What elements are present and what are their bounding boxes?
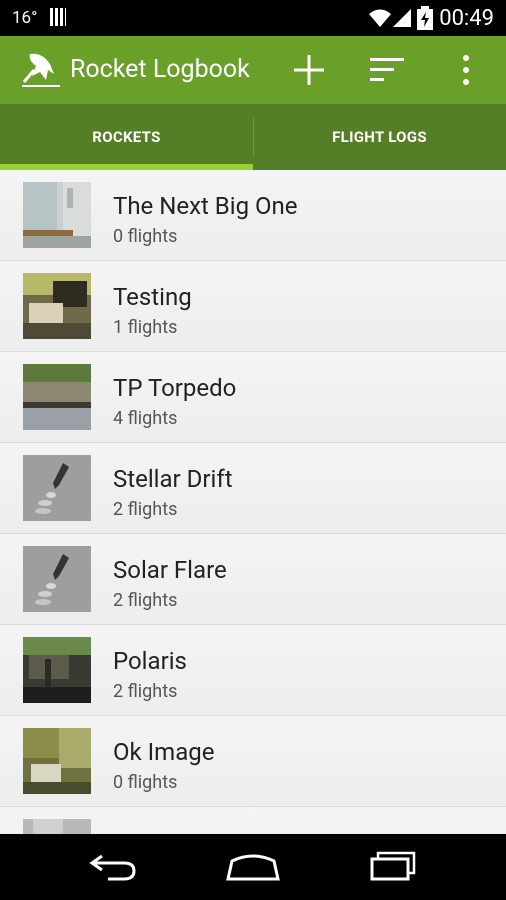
rocket-name: Polaris (113, 647, 187, 675)
battery-charging-icon (417, 6, 433, 30)
flight-count: 2 flights (113, 590, 178, 611)
recents-icon[interactable] (368, 850, 418, 882)
rocket-name: The Next Big One (113, 192, 298, 220)
tab-label: FLIGHT LOGS (332, 128, 427, 146)
navigation-bar (0, 834, 506, 900)
rocket-launch-icon[interactable] (20, 50, 62, 90)
back-icon[interactable] (88, 852, 138, 882)
list-item[interactable]: Polaris 2 flights (0, 625, 506, 716)
rocket-name: Stellar Drift (113, 465, 233, 493)
list-item[interactable]: Solar Flare 2 flights (0, 534, 506, 625)
overflow-menu-button[interactable] (452, 52, 480, 88)
rocket-name: TP Torpedo (113, 374, 237, 402)
temperature: 16° (12, 8, 38, 28)
flight-count: 2 flights (113, 499, 178, 520)
sort-button[interactable] (366, 52, 408, 88)
app-title: Rocket Logbook (70, 55, 250, 84)
rocket-thumbnail (23, 819, 91, 834)
screen: 16° 00:49 Rocket Logbook ROCKETS FLIGHT … (0, 0, 506, 900)
rocket-name: Ok Image (113, 738, 215, 766)
flight-count: 0 flights (113, 772, 178, 793)
rocket-list[interactable]: The Next Big One 0 flights Testing 1 fli… (0, 170, 506, 834)
action-bar: Rocket Logbook (0, 36, 506, 104)
rocket-thumbnail (23, 182, 91, 248)
flight-count: 2 flights (113, 681, 178, 702)
list-item[interactable]: Ok Image 0 flights (0, 716, 506, 807)
list-item-partial[interactable] (0, 807, 506, 834)
rocket-placeholder-icon (23, 546, 91, 612)
rocket-thumbnail (23, 364, 91, 430)
list-item[interactable]: TP Torpedo 4 flights (0, 352, 506, 443)
tab-bar: ROCKETS FLIGHT LOGS (0, 104, 506, 170)
tab-flight-logs[interactable]: FLIGHT LOGS (253, 104, 506, 170)
list-item[interactable]: Stellar Drift 2 flights (0, 443, 506, 534)
flight-count: 4 flights (113, 408, 178, 429)
list-item[interactable]: Testing 1 flights (0, 261, 506, 352)
clock: 00:49 (439, 6, 494, 31)
flight-count: 1 flights (113, 317, 178, 338)
rocket-thumbnail (23, 728, 91, 794)
flight-count: 0 flights (113, 226, 178, 247)
status-bar: 16° 00:49 (0, 0, 506, 36)
add-rocket-button[interactable] (288, 52, 330, 88)
sim-icon (50, 8, 66, 26)
wifi-icon (369, 9, 391, 27)
rocket-thumbnail (23, 273, 91, 339)
rocket-name: Solar Flare (113, 556, 227, 584)
signal-icon (393, 9, 411, 27)
rocket-name: Testing (113, 283, 192, 311)
rocket-thumbnail (23, 637, 91, 703)
tab-rockets[interactable]: ROCKETS (0, 104, 253, 170)
tab-label: ROCKETS (92, 128, 161, 146)
home-icon[interactable] (224, 852, 282, 882)
rocket-placeholder-icon (23, 455, 91, 521)
list-item[interactable]: The Next Big One 0 flights (0, 170, 506, 261)
